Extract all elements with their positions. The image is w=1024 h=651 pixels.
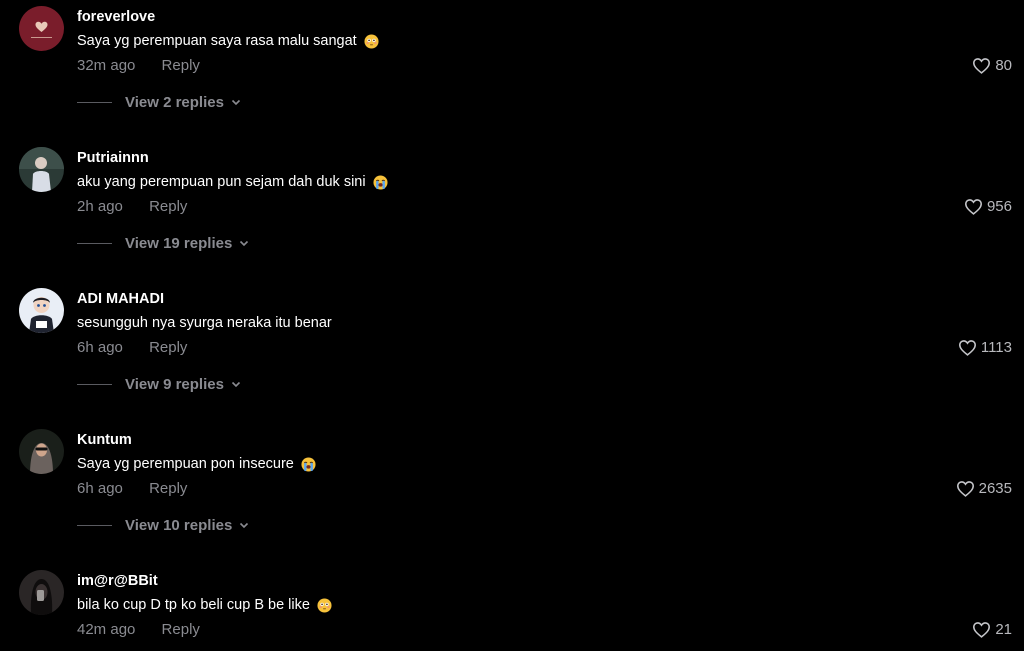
view-replies-button[interactable]: View 9 replies — [77, 374, 242, 394]
heart-outline-icon — [973, 58, 991, 74]
like-button[interactable]: 21 — [972, 621, 1012, 638]
comment-text-content: Saya yg perempuan saya rasa malu sangat — [77, 33, 357, 49]
like-button[interactable]: 1113 — [958, 339, 1012, 356]
view-replies-label: View 19 replies — [125, 234, 233, 252]
comment-item: foreverlove Saya yg perempuan saya rasa … — [0, 0, 1024, 141]
username[interactable]: im@r@BBit — [77, 573, 158, 589]
reply-button[interactable]: Reply — [149, 198, 187, 215]
comment-item: Putriainnn aku yang perempuan pun sejam … — [0, 141, 1024, 282]
chevron-down-icon — [231, 381, 241, 388]
divider-line — [77, 524, 112, 526]
comment-text-content: sesungguh nya syurga neraka itu benar — [77, 315, 332, 331]
avatar[interactable] — [19, 147, 64, 192]
heart-outline-icon — [956, 481, 974, 497]
divider-line — [77, 383, 112, 385]
loudly-crying-face-emoji-icon — [301, 456, 316, 472]
username[interactable]: ADI MAHADI — [77, 291, 164, 307]
view-replies-button[interactable]: View 19 replies — [77, 233, 250, 253]
comment-text: bila ko cup D tp ko beli cup B be like — [77, 597, 332, 613]
comment-meta: 2h ago Reply — [77, 198, 187, 215]
loudly-crying-face-emoji-icon — [373, 174, 388, 190]
view-replies-button[interactable]: View 2 replies — [77, 92, 242, 112]
comment-item: ADI MAHADI sesungguh nya syurga neraka i… — [0, 282, 1024, 423]
like-count: 21 — [995, 621, 1012, 638]
comment-item: Kuntum Saya yg perempuan pon insecure 6h… — [0, 423, 1024, 564]
timestamp: 2h ago — [77, 198, 123, 215]
heart-outline-icon — [973, 622, 991, 638]
flushed-face-emoji-icon — [364, 33, 379, 49]
comment-meta: 42m ago Reply — [77, 621, 200, 638]
like-count: 1113 — [980, 339, 1012, 356]
comment-text: aku yang perempuan pun sejam dah duk sin… — [77, 174, 388, 190]
like-button[interactable]: 80 — [972, 57, 1012, 74]
heart-outline-icon — [964, 199, 982, 215]
username[interactable]: foreverlove — [77, 9, 155, 25]
reply-button[interactable]: Reply — [162, 621, 200, 638]
like-count: 80 — [995, 57, 1012, 74]
comment-text: Saya yg perempuan pon insecure — [77, 456, 316, 472]
comment-meta: 32m ago Reply — [77, 57, 200, 74]
chevron-down-icon — [240, 240, 249, 247]
avatar[interactable] — [19, 570, 64, 615]
comment-text-content: Saya yg perempuan pon insecure — [77, 456, 294, 472]
comment-meta: 6h ago Reply — [77, 339, 187, 356]
chevron-down-icon — [231, 99, 241, 106]
divider-line — [77, 101, 112, 103]
like-button[interactable]: 2635 — [956, 480, 1012, 497]
reply-button[interactable]: Reply — [149, 480, 187, 497]
chevron-down-icon — [240, 522, 249, 529]
timestamp: 6h ago — [77, 339, 123, 356]
comment-item: im@r@BBit bila ko cup D tp ko beli cup B… — [0, 564, 1024, 651]
comment-text: Saya yg perempuan saya rasa malu sangat — [77, 33, 379, 49]
username[interactable]: Kuntum — [77, 432, 132, 448]
reply-button[interactable]: Reply — [162, 57, 200, 74]
comment-meta: 6h ago Reply — [77, 480, 187, 497]
view-replies-label: View 2 replies — [125, 93, 224, 111]
avatar[interactable] — [19, 288, 64, 333]
view-replies-button[interactable]: View 10 replies — [77, 515, 250, 535]
avatar[interactable] — [19, 429, 64, 474]
username[interactable]: Putriainnn — [77, 150, 149, 166]
heart-outline-icon — [958, 340, 976, 356]
avatar[interactable] — [19, 6, 64, 51]
comment-text: sesungguh nya syurga neraka itu benar — [77, 315, 332, 331]
view-replies-label: View 10 replies — [125, 516, 233, 534]
comment-text-content: bila ko cup D tp ko beli cup B be like — [77, 597, 310, 613]
flushed-face-emoji-icon — [317, 597, 332, 613]
timestamp: 32m ago — [77, 57, 136, 74]
like-count: 2635 — [978, 480, 1012, 497]
divider-line — [77, 242, 112, 244]
like-button[interactable]: 956 — [964, 198, 1012, 215]
timestamp: 42m ago — [77, 621, 136, 638]
like-count: 956 — [986, 198, 1012, 215]
timestamp: 6h ago — [77, 480, 123, 497]
comment-text-content: aku yang perempuan pun sejam dah duk sin… — [77, 174, 366, 190]
reply-button[interactable]: Reply — [149, 339, 187, 356]
view-replies-label: View 9 replies — [125, 375, 224, 393]
